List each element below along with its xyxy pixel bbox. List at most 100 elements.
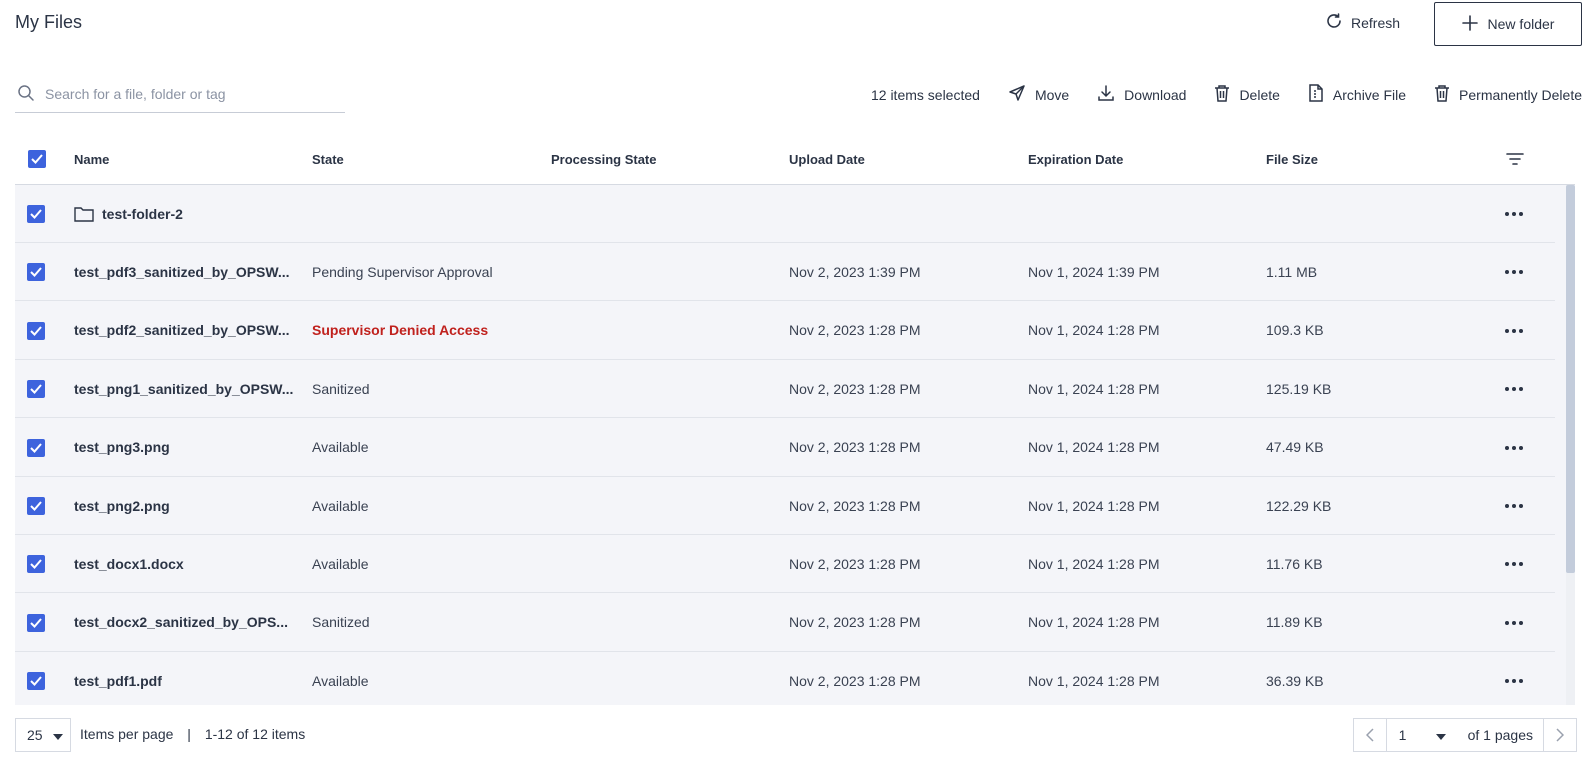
delete-button[interactable]: Delete — [1214, 84, 1280, 105]
column-header-processing-state[interactable]: Processing State — [551, 152, 657, 167]
table-row[interactable]: test_pdf3_sanitized_by_OPSW... Pending Su… — [15, 243, 1555, 302]
row-checkbox[interactable] — [27, 613, 45, 632]
file-name[interactable]: test_docx1.docx — [74, 556, 184, 572]
prev-page-button[interactable] — [1354, 719, 1386, 751]
page-select[interactable]: 1 — [1385, 719, 1458, 751]
new-folder-label: New folder — [1487, 16, 1555, 32]
move-button[interactable]: Move — [1008, 84, 1069, 105]
more-horizontal-icon[interactable] — [1505, 504, 1523, 508]
refresh-label: Refresh — [1351, 14, 1401, 31]
file-name[interactable]: test_pdf3_sanitized_by_OPSW... — [74, 264, 290, 280]
file-size: 36.39 KB — [1266, 672, 1324, 689]
table-header: Name State Processing State Upload Date … — [15, 138, 1575, 185]
archive-file-button[interactable]: Archive File — [1308, 84, 1406, 105]
caret-down-icon — [1435, 727, 1446, 743]
table-row[interactable]: test_docx2_sanitized_by_OPS... Sanitized N… — [15, 594, 1555, 652]
file-size: 1.11 MB — [1266, 263, 1318, 280]
more-horizontal-icon[interactable] — [1505, 620, 1523, 625]
row-checkbox[interactable] — [27, 438, 45, 457]
column-header-name[interactable]: Name — [74, 152, 109, 167]
new-folder-button[interactable]: New folder — [1434, 2, 1582, 46]
file-size: 11.89 KB — [1266, 614, 1323, 631]
upload-date: Nov 2, 2023 1:28 PM — [789, 555, 921, 572]
file-state: Available — [312, 439, 369, 456]
download-icon — [1097, 84, 1115, 105]
file-size: 11.76 KB — [1266, 555, 1323, 572]
file-state: Pending Supervisor Approval — [312, 263, 493, 280]
items-range-label: 1-12 of 12 items — [204, 726, 306, 742]
file-size: 125.19 KB — [1266, 380, 1332, 397]
scrollbar-thumb[interactable] — [1566, 185, 1575, 573]
upload-date: Nov 2, 2023 1:28 PM — [789, 614, 921, 631]
table-row[interactable]: test-folder-2 — [15, 185, 1555, 243]
row-checkbox[interactable] — [27, 497, 45, 515]
file-state: Available — [312, 497, 369, 514]
selected-count: 12 items selected — [870, 86, 980, 103]
caret-down-icon — [52, 727, 63, 743]
table-row[interactable]: test_png3.png Available Nov 2, 2023 1:28 P… — [15, 419, 1555, 477]
file-name[interactable]: test_png2.png — [74, 498, 170, 514]
table-row[interactable]: test_png1_sanitized_by_OPSW... Sanitized N… — [15, 360, 1555, 419]
row-checkbox[interactable] — [27, 555, 45, 574]
more-horizontal-icon[interactable] — [1505, 445, 1523, 450]
more-horizontal-icon[interactable] — [1505, 270, 1523, 275]
table-row[interactable]: test_docx1.docx Available Nov 2, 2023 1:28… — [15, 535, 1555, 594]
folder-name[interactable]: test-folder-2 — [102, 206, 183, 222]
upload-date: Nov 2, 2023 1:28 PM — [789, 672, 921, 689]
select-all-checkbox[interactable] — [28, 150, 46, 168]
file-state: Available — [312, 555, 369, 572]
pagination-footer: 25 Items per page | 1-12 of 12 items 1 o… — [15, 718, 1577, 752]
row-checkbox[interactable] — [27, 380, 45, 399]
download-button[interactable]: Download — [1097, 84, 1186, 105]
page-select-value: 1 — [1398, 727, 1407, 743]
upload-date: Nov 2, 2023 1:28 PM — [789, 380, 921, 397]
file-name[interactable]: test_pdf2_sanitized_by_OPSW... — [74, 322, 290, 338]
file-name[interactable]: test_docx2_sanitized_by_OPS... — [74, 614, 288, 630]
more-horizontal-icon[interactable] — [1505, 562, 1523, 567]
search-input[interactable] — [45, 86, 335, 102]
permanently-delete-button[interactable]: Permanently Delete — [1434, 84, 1582, 105]
more-horizontal-icon[interactable] — [1505, 328, 1523, 333]
expiration-date: Nov 1, 2024 1:28 PM — [1028, 322, 1160, 339]
more-horizontal-icon[interactable] — [1505, 387, 1523, 392]
plus-icon — [1461, 14, 1478, 34]
more-horizontal-icon[interactable] — [1505, 212, 1523, 216]
upload-date: Nov 2, 2023 1:39 PM — [789, 263, 921, 280]
file-state: Available — [312, 672, 369, 689]
row-checkbox[interactable] — [27, 321, 45, 340]
column-header-upload-date[interactable]: Upload Date — [789, 152, 865, 167]
separator: | — [187, 726, 191, 742]
column-header-file-size[interactable]: File Size — [1266, 152, 1318, 167]
table-row[interactable]: test_png2.png Available Nov 2, 2023 1:28 P… — [15, 477, 1555, 535]
expiration-date: Nov 1, 2024 1:28 PM — [1028, 555, 1160, 572]
archive-file-icon — [1308, 84, 1324, 105]
table-body: test-folder-2 test_pdf3_sanitized_by_OPSW… — [15, 185, 1575, 705]
items-per-page-label: Items per page — [80, 726, 174, 742]
move-label: Move — [1034, 86, 1070, 103]
bulk-actions: 12 items selected Move Download Delete A… — [871, 84, 1582, 105]
table-row[interactable]: test_pdf2_sanitized_by_OPSW... Supervisor… — [15, 302, 1555, 360]
refresh-button[interactable]: Refresh — [1325, 12, 1400, 33]
items-per-page-select[interactable]: 25 — [15, 718, 71, 752]
upload-date: Nov 2, 2023 1:28 PM — [789, 439, 921, 456]
permanently-delete-label: Permanently Delete — [1459, 86, 1582, 103]
page-header: My Files Refresh New folder — [15, 0, 1582, 50]
expiration-date: Nov 1, 2024 1:28 PM — [1028, 614, 1160, 631]
next-page-button[interactable] — [1544, 719, 1576, 751]
total-pages-label: of 1 pages — [1458, 719, 1544, 751]
row-checkbox[interactable] — [27, 263, 45, 282]
row-checkbox[interactable] — [27, 205, 45, 223]
row-checkbox[interactable] — [27, 672, 45, 691]
file-state: Supervisor Denied Access — [312, 322, 489, 339]
file-name[interactable]: test_png3.png — [74, 439, 170, 455]
send-icon — [1008, 84, 1026, 105]
column-header-state[interactable]: State — [312, 152, 344, 167]
search-bar — [15, 76, 345, 113]
column-header-expiration-date[interactable]: Expiration Date — [1028, 152, 1123, 167]
expiration-date: Nov 1, 2024 1:28 PM — [1028, 672, 1160, 689]
filter-icon[interactable] — [1506, 152, 1524, 169]
more-horizontal-icon[interactable] — [1505, 679, 1523, 684]
table-row[interactable]: test_pdf1.pdf Available Nov 2, 2023 1:28 P… — [15, 652, 1555, 705]
file-name[interactable]: test_png1_sanitized_by_OPSW... — [74, 381, 293, 397]
file-name[interactable]: test_pdf1.pdf — [74, 673, 162, 689]
